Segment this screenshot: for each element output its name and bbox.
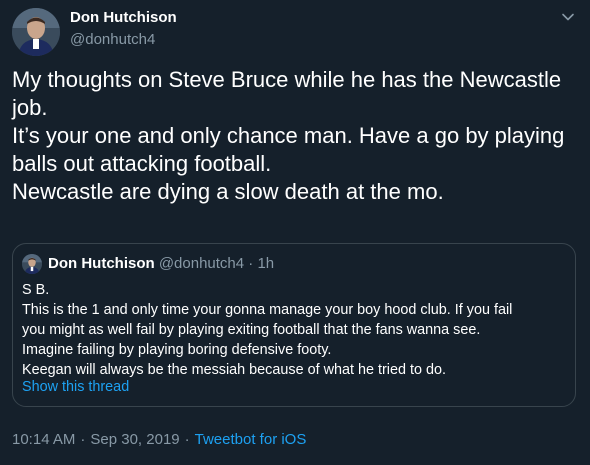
- quoted-avatar-photo: [22, 254, 42, 274]
- quoted-author-avatar: [22, 254, 42, 274]
- author-handle[interactable]: @donhutch4: [70, 31, 155, 48]
- quoted-tweet[interactable]: Don Hutchison @donhutch4 · 1h S B. This …: [12, 243, 576, 407]
- quoted-dot: ·: [248, 255, 254, 272]
- quoted-line: Keegan will always be the messiah becaus…: [22, 362, 446, 378]
- tweet-time[interactable]: 10:14 AM: [12, 431, 75, 448]
- tweet-line: job.: [12, 95, 48, 120]
- tweet-meta: 10:14 AM · Sep 30, 2019 · Tweetbot for iOS: [12, 431, 306, 448]
- quoted-author-handle: @donhutch4: [158, 255, 245, 272]
- tweet-text: My thoughts on Steve Bruce while he has …: [12, 66, 578, 206]
- tweet-line: My thoughts on Steve Bruce while he has …: [12, 67, 562, 92]
- quoted-line: This is the 1 and only time your gonna m…: [22, 302, 513, 318]
- meta-separator: ·: [80, 431, 86, 448]
- quoted-line: S B.: [22, 282, 50, 298]
- author-name[interactable]: Don Hutchison: [70, 9, 177, 26]
- quoted-author-name: Don Hutchison: [48, 255, 155, 272]
- quoted-text: S B. This is the 1 and only time your go…: [22, 280, 567, 380]
- tweet-line: It’s your one and only chance man. Have …: [12, 123, 565, 148]
- avatar-photo: [12, 8, 60, 56]
- chevron-down-icon[interactable]: [560, 9, 576, 25]
- meta-separator: ·: [184, 431, 190, 448]
- tweet-line: balls out attacking football.: [12, 151, 272, 176]
- author-avatar[interactable]: [12, 8, 60, 56]
- tweet-line: Newcastle are dying a slow death at the …: [12, 179, 444, 204]
- quoted-line: Imagine failing by playing boring defens…: [22, 342, 332, 358]
- show-thread-link[interactable]: Show this thread: [22, 379, 129, 395]
- tweet-source-link[interactable]: Tweetbot for iOS: [195, 431, 307, 448]
- quoted-time: 1h: [257, 255, 275, 272]
- quoted-line: you might as well fail by playing exitin…: [22, 322, 481, 338]
- tweet-card: Don Hutchison @donhutch4 My thoughts on …: [0, 0, 590, 465]
- tweet-date[interactable]: Sep 30, 2019: [90, 431, 179, 448]
- quoted-header: Don Hutchison @donhutch4 · 1h: [48, 255, 274, 272]
